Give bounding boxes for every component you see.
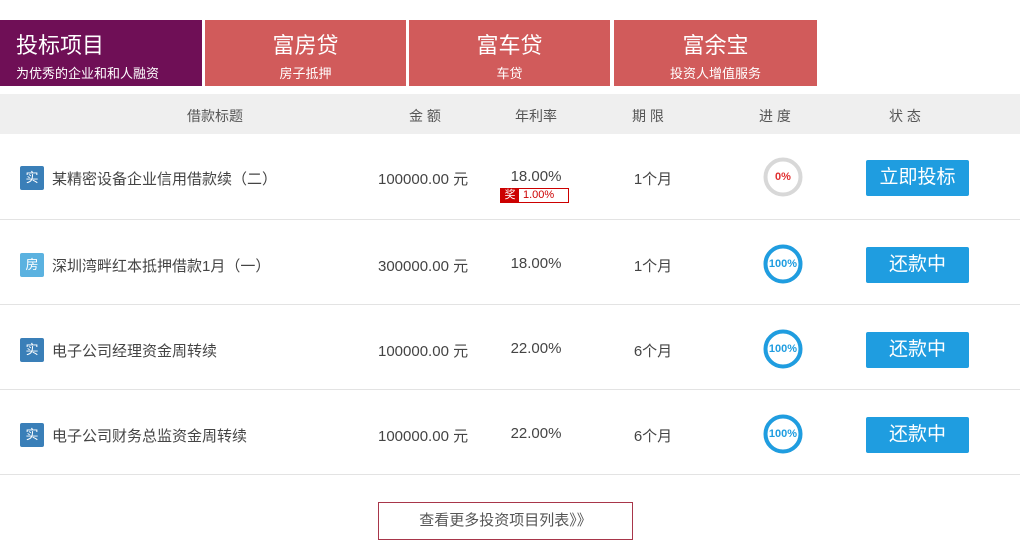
tab-title: 投标项目 [16, 33, 105, 58]
progress-ring: 100% [763, 329, 803, 369]
interest-rate: 22.00% [510, 425, 562, 442]
tab-subtitle: 为优秀的企业和和人融资 [16, 66, 160, 81]
table-row: 实 某精密设备企业信用借款续（二） 100000.00 元 18.00% 奖 1… [0, 135, 1020, 220]
loan-amount: 100000.00 元 [378, 171, 469, 188]
tab-subtitle: 投资人增值服务 [669, 66, 761, 81]
loan-title-link[interactable]: 深圳湾畔红本抵押借款1月（一） [52, 255, 270, 276]
progress-label: 100% [768, 258, 798, 270]
tab-car-loan[interactable]: 富车贷 车贷 [409, 20, 610, 86]
repaying-button[interactable]: 还款中 [866, 247, 969, 283]
progress-label: 0% [775, 171, 791, 183]
loan-type-badge: 实 [20, 338, 44, 362]
loan-amount: 300000.00 元 [378, 258, 469, 275]
tab-title: 富余宝 [682, 33, 749, 58]
repaying-button[interactable]: 还款中 [866, 417, 969, 453]
loan-term: 6个月 [633, 428, 673, 445]
loan-title-link[interactable]: 电子公司财务总监资金周转续 [52, 425, 247, 446]
view-more-projects-button[interactable]: 查看更多投资项目列表》》 [378, 502, 633, 540]
table-row: 实 电子公司经理资金周转续 100000.00 元 22.00% 6个月 100… [0, 305, 1020, 390]
tab-subtitle: 车贷 [496, 66, 523, 81]
column-header-rate: 年利率 [515, 108, 557, 124]
loan-amount: 100000.00 元 [378, 428, 469, 445]
progress-label: 100% [768, 343, 798, 355]
tab-title: 富车贷 [476, 33, 543, 58]
loan-type-badge: 房 [20, 253, 44, 277]
loan-title-link[interactable]: 某精密设备企业信用借款续（二） [52, 168, 277, 189]
tab-house-loan[interactable]: 富房贷 房子抵押 [205, 20, 406, 86]
progress-ring: 100% [763, 414, 803, 454]
column-header-amount: 金 额 [409, 108, 441, 124]
column-header-term: 期 限 [632, 108, 664, 124]
bonus-rate: 奖 1.00% [500, 188, 569, 203]
column-header-status: 状 态 [889, 108, 921, 124]
interest-rate: 18.00% [510, 168, 562, 185]
loan-term: 6个月 [633, 343, 673, 360]
tab-savings[interactable]: 富余宝 投资人增值服务 [614, 20, 817, 86]
bonus-value: 1.00% [523, 189, 555, 201]
loan-title-link[interactable]: 电子公司经理资金周转续 [52, 340, 217, 361]
column-header-title: 借款标题 [187, 108, 243, 124]
progress-ring: 0% [763, 157, 803, 197]
table-row: 房 深圳湾畔红本抵押借款1月（一） 300000.00 元 18.00% 1个月… [0, 220, 1020, 305]
table-header: 借款标题 金 额 年利率 期 限 进 度 状 态 [0, 94, 1020, 134]
loan-type-badge: 实 [20, 166, 44, 190]
progress-ring: 100% [763, 244, 803, 284]
loan-amount: 100000.00 元 [378, 343, 469, 360]
table-row: 实 电子公司财务总监资金周转续 100000.00 元 22.00% 6个月 1… [0, 390, 1020, 475]
loan-type-badge: 实 [20, 423, 44, 447]
tab-bid-projects[interactable]: 投标项目 为优秀的企业和和人融资 [0, 20, 202, 86]
loan-term: 1个月 [633, 258, 673, 275]
repaying-button[interactable]: 还款中 [866, 332, 969, 368]
tab-subtitle: 房子抵押 [279, 66, 332, 81]
tab-title: 富房贷 [272, 33, 339, 58]
progress-label: 100% [768, 428, 798, 440]
bonus-tag: 奖 [501, 189, 519, 202]
column-header-progress: 进 度 [759, 108, 791, 124]
interest-rate: 22.00% [510, 340, 562, 357]
invest-now-button[interactable]: 立即投标 [866, 160, 969, 196]
loan-term: 1个月 [633, 171, 673, 188]
interest-rate: 18.00% [510, 255, 562, 272]
